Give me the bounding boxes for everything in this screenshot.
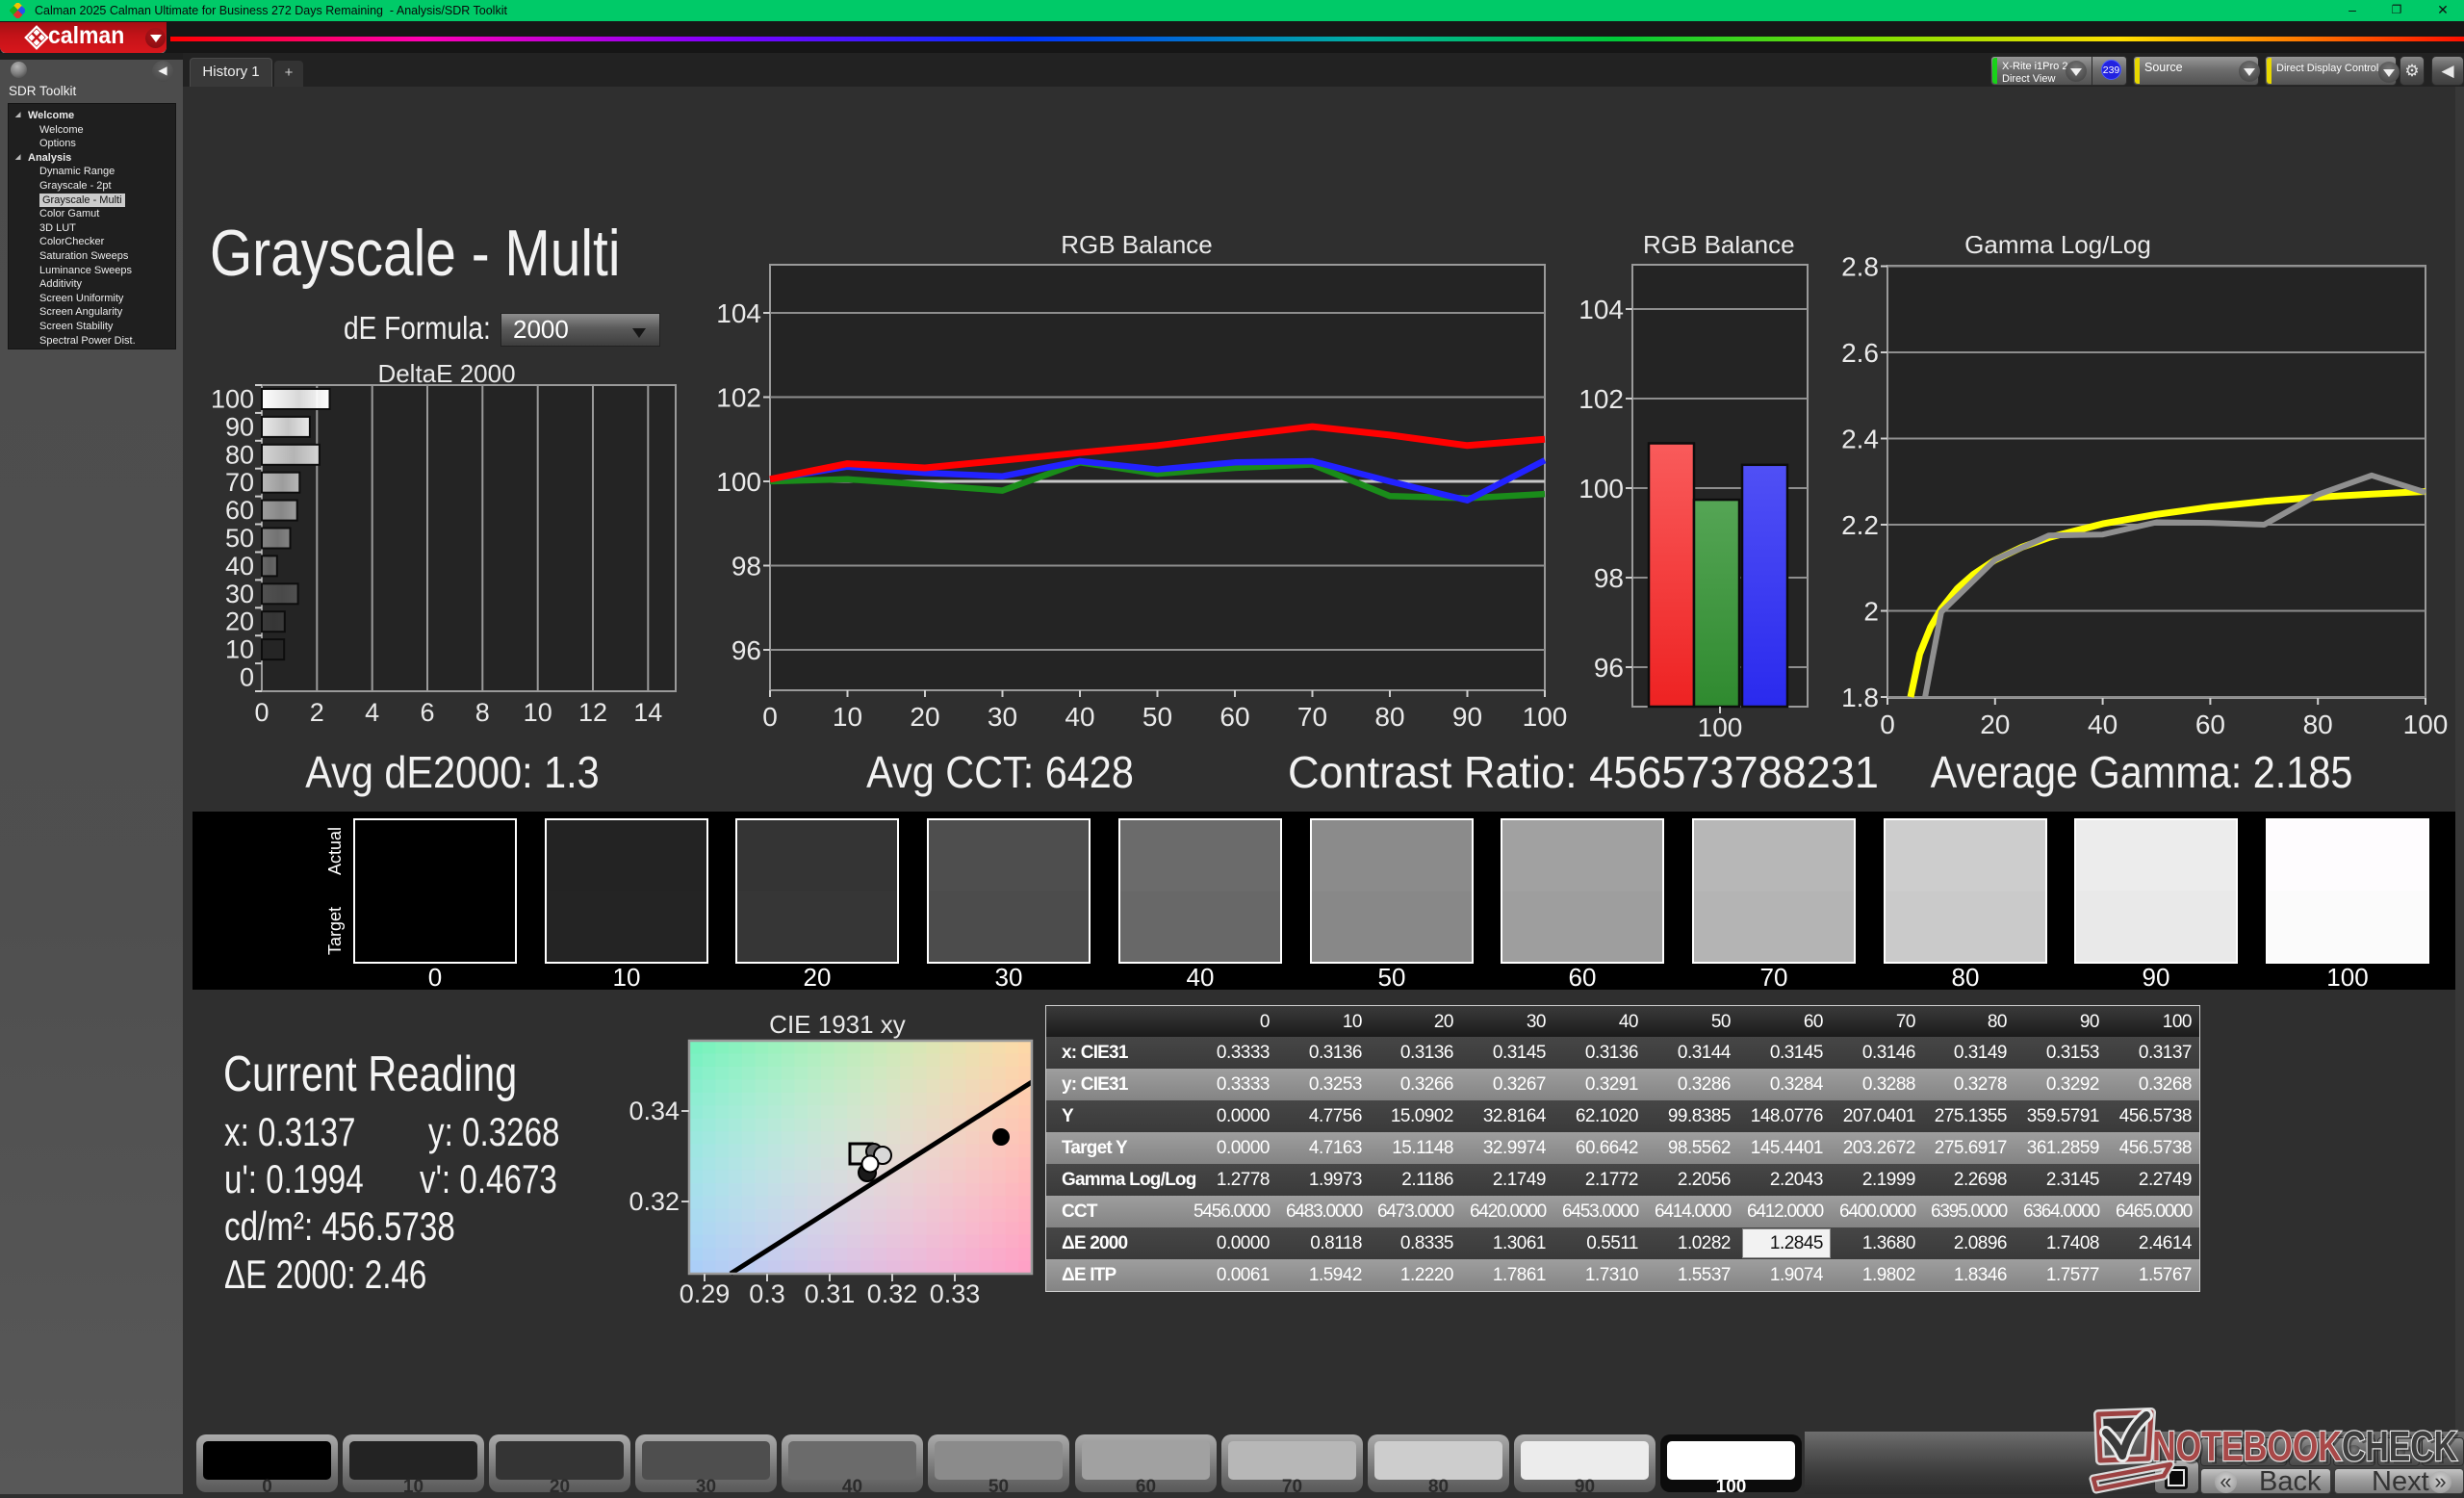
svg-text:0.34: 0.34 — [629, 1097, 680, 1125]
svg-text:100: 100 — [1578, 474, 1624, 504]
svg-text:8: 8 — [475, 698, 490, 727]
svg-text:100: 100 — [716, 467, 761, 497]
svg-text:102: 102 — [1578, 384, 1624, 414]
svg-text:0.32: 0.32 — [629, 1187, 680, 1216]
svg-text:0.32: 0.32 — [867, 1279, 918, 1304]
svg-text:104: 104 — [716, 298, 761, 328]
svg-text:60: 60 — [225, 496, 254, 525]
svg-text:14: 14 — [633, 698, 662, 727]
svg-text:80: 80 — [1374, 702, 1404, 732]
svg-text:20: 20 — [910, 702, 939, 732]
svg-text:70: 70 — [225, 468, 254, 497]
svg-text:40: 40 — [2088, 710, 2118, 739]
svg-text:0: 0 — [762, 702, 778, 732]
svg-text:90: 90 — [1452, 702, 1482, 732]
svg-text:2.4: 2.4 — [1841, 425, 1879, 454]
svg-text:0: 0 — [240, 663, 254, 692]
svg-text:96: 96 — [732, 635, 761, 665]
svg-text:10: 10 — [833, 702, 862, 732]
svg-text:2.6: 2.6 — [1841, 338, 1879, 368]
svg-text:100: 100 — [1698, 712, 1743, 742]
svg-text:12: 12 — [578, 698, 607, 727]
svg-text:0.31: 0.31 — [805, 1279, 856, 1304]
svg-text:2.2: 2.2 — [1841, 510, 1879, 540]
svg-text:RGB Balance: RGB Balance — [1061, 236, 1213, 259]
svg-text:0.33: 0.33 — [930, 1279, 981, 1304]
svg-text:40: 40 — [1065, 702, 1094, 732]
svg-text:90: 90 — [225, 412, 254, 441]
svg-text:DeltaE 2000: DeltaE 2000 — [377, 359, 515, 388]
svg-text:50: 50 — [225, 524, 254, 553]
svg-text:Gamma Log/Log: Gamma Log/Log — [1964, 236, 2151, 259]
svg-text:20: 20 — [225, 607, 254, 636]
svg-text:2.8: 2.8 — [1841, 252, 1879, 282]
svg-text:60: 60 — [2195, 710, 2225, 739]
svg-text:102: 102 — [716, 383, 761, 413]
svg-text:60: 60 — [1219, 702, 1249, 732]
svg-text:70: 70 — [1297, 702, 1327, 732]
svg-text:0.3: 0.3 — [749, 1279, 785, 1304]
svg-text:98: 98 — [732, 552, 761, 581]
svg-text:2: 2 — [1863, 597, 1879, 627]
svg-text:98: 98 — [1594, 563, 1624, 593]
svg-text:4: 4 — [365, 698, 379, 727]
svg-text:50: 50 — [1142, 702, 1172, 732]
svg-text:6: 6 — [420, 698, 434, 727]
svg-text:100: 100 — [2403, 710, 2449, 739]
svg-text:96: 96 — [1594, 653, 1624, 683]
svg-text:CIE 1931 xy: CIE 1931 xy — [769, 1010, 906, 1039]
svg-text:CHECK: CHECK — [2342, 1423, 2457, 1470]
svg-text:NOTEBOOK: NOTEBOOK — [2152, 1423, 2342, 1470]
svg-text:1.8: 1.8 — [1841, 683, 1879, 712]
svg-text:30: 30 — [225, 580, 254, 608]
svg-text:10: 10 — [225, 635, 254, 664]
svg-text:100: 100 — [211, 385, 254, 414]
svg-text:10: 10 — [524, 698, 552, 727]
svg-text:40: 40 — [225, 552, 254, 581]
svg-text:30: 30 — [988, 702, 1017, 732]
svg-text:20: 20 — [1980, 710, 2010, 739]
svg-text:80: 80 — [225, 440, 254, 469]
svg-text:80: 80 — [2303, 710, 2333, 739]
svg-text:104: 104 — [1578, 295, 1624, 324]
svg-text:RGB Balance: RGB Balance — [1643, 236, 1795, 259]
svg-text:2: 2 — [310, 698, 324, 727]
svg-text:0.29: 0.29 — [680, 1279, 731, 1304]
svg-text:0: 0 — [1880, 710, 1895, 739]
svg-text:0: 0 — [254, 698, 269, 727]
